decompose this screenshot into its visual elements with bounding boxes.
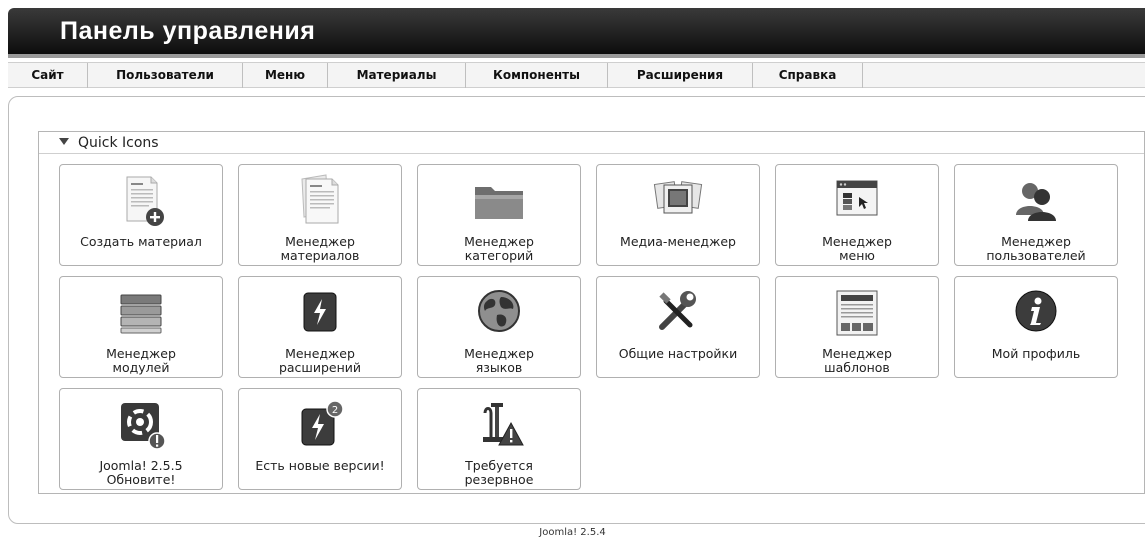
tile-label: Медиа-менеджер bbox=[620, 234, 736, 249]
joomla-update-icon bbox=[121, 403, 166, 450]
footer-version: Joomla! 2.5.4 bbox=[539, 527, 606, 537]
panel-title: Quick Icons bbox=[78, 135, 159, 151]
tile-language-manager[interactable]: Менеджер языков bbox=[417, 276, 581, 378]
tile-label: Менеджер расширений bbox=[278, 346, 362, 375]
tile-label: Менеджер модулей bbox=[106, 346, 176, 375]
svg-text:2: 2 bbox=[332, 405, 338, 416]
tile-label: Менеджер шаблонов bbox=[822, 346, 892, 375]
tile-extension-updates[interactable]: 2 Есть новые версии! bbox=[238, 388, 402, 490]
tile-module-manager[interactable]: Менеджер модулей bbox=[59, 276, 223, 378]
tile-backup-warning[interactable]: Требуется резервное копирование bbox=[417, 388, 581, 490]
menu-item-components[interactable]: Компоненты bbox=[466, 63, 608, 88]
menu-item-users[interactable]: Пользователи bbox=[88, 63, 243, 88]
tile-label: Общие настройки bbox=[618, 346, 738, 361]
tile-media-manager[interactable]: Медиа-менеджер bbox=[596, 164, 760, 266]
extension-updates-icon: 2 bbox=[301, 400, 344, 446]
menu-item-extensions[interactable]: Расширения bbox=[608, 63, 753, 88]
template-icon bbox=[836, 290, 878, 336]
tile-category-manager[interactable]: Менеджер категорий bbox=[417, 164, 581, 266]
tile-joomla-update[interactable]: Joomla! 2.5.5 Обновите! bbox=[59, 388, 223, 490]
tile-extension-manager[interactable]: Менеджер расширений bbox=[238, 276, 402, 378]
tile-article-manager[interactable]: Менеджер материалов bbox=[238, 164, 402, 266]
tile-label: Joomla! 2.5.5 Обновите! bbox=[99, 458, 183, 487]
tile-template-manager[interactable]: Менеджер шаблонов bbox=[775, 276, 939, 378]
page-title: Панель управления bbox=[60, 17, 316, 45]
tile-label: Создать материал bbox=[80, 234, 202, 249]
tile-label: Есть новые версии! bbox=[255, 458, 385, 473]
article-icon bbox=[301, 174, 339, 224]
main-menu-bar: Сайт Пользователи Меню Материалы Компоне… bbox=[8, 62, 1145, 88]
users-icon bbox=[1016, 183, 1056, 221]
tile-label: Требуется резервное копирование bbox=[456, 458, 542, 490]
menu-window-icon bbox=[836, 180, 878, 216]
folder-icon bbox=[475, 187, 523, 219]
info-icon bbox=[1015, 290, 1057, 332]
tools-icon bbox=[659, 291, 696, 330]
tile-global-configuration[interactable]: Общие настройки bbox=[596, 276, 760, 378]
tile-user-manager[interactable]: Менеджер пользователей bbox=[954, 164, 1118, 266]
globe-icon bbox=[478, 290, 520, 332]
menu-item-menus[interactable]: Меню bbox=[243, 63, 328, 88]
menu-item-site[interactable]: Сайт bbox=[8, 63, 88, 88]
tile-label: Менеджер материалов bbox=[280, 234, 360, 263]
panel-header[interactable]: Quick Icons bbox=[39, 132, 1144, 154]
tile-label: Менеджер пользователей bbox=[986, 234, 1086, 263]
tile-label: Мой профиль bbox=[991, 346, 1081, 361]
tile-label: Менеджер меню bbox=[822, 234, 892, 263]
admin-header: Панель управления bbox=[8, 8, 1145, 58]
extensions-icon bbox=[303, 292, 337, 332]
tile-add-article[interactable]: Создать материал bbox=[59, 164, 223, 266]
modules-icon bbox=[120, 294, 162, 334]
header-divider bbox=[8, 54, 1145, 58]
tile-my-profile[interactable]: Мой профиль bbox=[954, 276, 1118, 378]
quick-icons-panel: Quick Icons Создать материал Менеджер ма… bbox=[38, 131, 1145, 494]
menu-item-content[interactable]: Материалы bbox=[328, 63, 466, 88]
tile-menu-manager[interactable]: Менеджер меню bbox=[775, 164, 939, 266]
tile-label: Менеджер категорий bbox=[464, 234, 534, 263]
media-icon bbox=[653, 181, 703, 214]
menu-item-help[interactable]: Справка bbox=[753, 63, 863, 88]
backup-warning-icon bbox=[483, 403, 524, 446]
collapse-arrow-icon bbox=[59, 138, 69, 145]
add-article-icon bbox=[126, 176, 164, 226]
tile-label: Менеджер языков bbox=[464, 346, 534, 375]
